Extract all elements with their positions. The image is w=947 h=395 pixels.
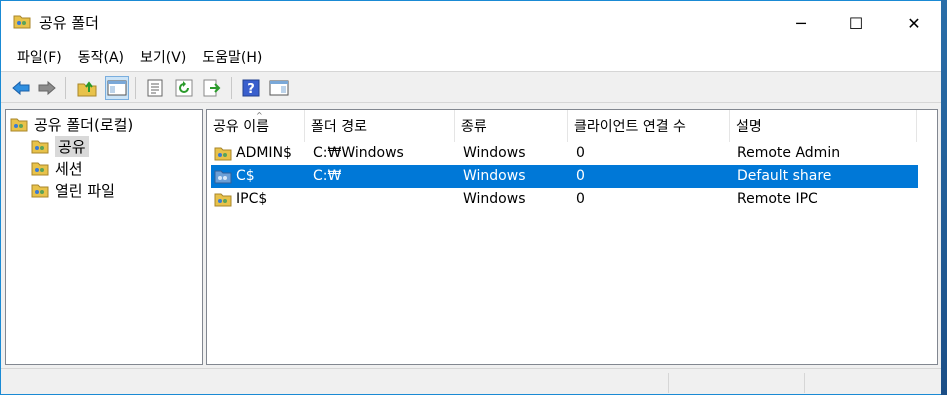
shared-folder-icon	[10, 118, 28, 132]
refresh-button[interactable]	[172, 76, 196, 100]
tree-item-sessions[interactable]: 세션	[31, 157, 83, 179]
cell-client-connections: 0	[576, 168, 585, 184]
forward-arrow-icon	[38, 80, 56, 96]
maximize-button[interactable]: ☐	[833, 1, 879, 45]
column-header-type[interactable]: 종류	[455, 110, 568, 142]
help-icon: ?	[242, 79, 260, 97]
up-one-level-button[interactable]	[75, 76, 99, 100]
up-folder-icon	[77, 81, 97, 97]
title-bar[interactable]: 공유 폴더 ─ ☐ ✕	[1, 1, 942, 45]
show-hide-console-tree-button[interactable]	[105, 76, 129, 100]
list-header: ^ 공유 이름 폴더 경로 종류 클라이언트 연결 수 설명	[207, 110, 937, 142]
menu-action[interactable]: 동작(A)	[70, 45, 132, 71]
minimize-button[interactable]: ─	[778, 1, 824, 45]
minimize-icon: ─	[796, 13, 806, 33]
cell-description: Remote Admin	[737, 145, 841, 161]
sort-ascending-icon: ^	[256, 111, 263, 120]
shared-folder-icon	[214, 147, 232, 161]
cell-type: Windows	[463, 145, 526, 161]
shared-folder-icon	[13, 15, 31, 29]
back-button[interactable]	[9, 76, 33, 100]
status-bar	[1, 368, 942, 394]
cell-folder-path: C:₩Windows	[313, 145, 404, 161]
window-title: 공유 폴더	[39, 14, 99, 32]
forward-button[interactable]	[35, 76, 59, 100]
column-header-description[interactable]: 설명	[730, 110, 917, 142]
shared-folder-icon	[214, 193, 232, 207]
maximize-icon: ☐	[848, 13, 864, 33]
cell-share-name: C$	[236, 168, 255, 184]
cell-description: Remote IPC	[737, 191, 818, 207]
cell-client-connections: 0	[576, 191, 585, 207]
sessions-folder-icon	[31, 162, 49, 176]
tree-item-shares[interactable]: 공유	[31, 135, 89, 157]
shares-folder-icon	[31, 140, 49, 154]
tree-root-label: 공유 폴더(로컬)	[34, 115, 134, 134]
column-header-share-name[interactable]: ^ 공유 이름	[207, 110, 305, 142]
menu-view[interactable]: 보기(V)	[132, 45, 194, 71]
console-tree: 공유 폴더(로컬) 공유 세션 열린 파일	[5, 109, 203, 365]
cell-description: Default share	[737, 168, 832, 184]
tree-item-label: 세션	[55, 159, 83, 178]
show-action-pane-icon	[269, 80, 289, 96]
menu-bar: 파일(F) 동작(A) 보기(V) 도움말(H)	[1, 45, 942, 71]
open-files-folder-icon	[31, 184, 49, 198]
tree-item-label: 공유	[55, 135, 89, 157]
show-hide-console-tree-icon	[107, 80, 127, 96]
close-button[interactable]: ✕	[891, 1, 937, 45]
cell-share-name: ADMIN$	[236, 145, 292, 161]
tree-item-label: 열린 파일	[55, 181, 115, 200]
properties-icon	[147, 79, 163, 97]
status-divider	[668, 373, 669, 393]
tree-item-open-files[interactable]: 열린 파일	[31, 179, 115, 201]
status-divider	[804, 373, 805, 393]
help-button[interactable]: ?	[239, 76, 263, 100]
table-row[interactable]: IPC$ Windows 0 Remote IPC	[211, 188, 918, 211]
cell-type: Windows	[463, 168, 526, 184]
cell-type: Windows	[463, 191, 526, 207]
desktop-background-edge	[941, 0, 947, 395]
shared-folder-icon	[214, 170, 232, 184]
cell-share-name: IPC$	[236, 191, 268, 207]
toolbar: ?	[1, 71, 942, 103]
share-list: ^ 공유 이름 폴더 경로 종류 클라이언트 연결 수 설명 ADMIN$ C:…	[206, 109, 938, 365]
back-arrow-icon	[12, 80, 30, 96]
export-list-icon	[203, 79, 221, 97]
shared-folders-window: 공유 폴더 ─ ☐ ✕ 파일(F) 동작(A) 보기(V) 도움말(H) ? 공…	[0, 0, 947, 395]
cell-folder-path: C:₩	[313, 168, 342, 184]
svg-text:?: ?	[247, 82, 255, 97]
column-header-client-connections[interactable]: 클라이언트 연결 수	[568, 110, 730, 142]
table-row[interactable]: ADMIN$ C:₩Windows Windows 0 Remote Admin	[211, 142, 918, 165]
cell-client-connections: 0	[576, 145, 585, 161]
menu-file[interactable]: 파일(F)	[9, 45, 70, 71]
show-action-pane-button[interactable]	[267, 76, 291, 100]
close-icon: ✕	[907, 13, 921, 33]
tree-root-shared-folders[interactable]: 공유 폴더(로컬)	[10, 113, 133, 135]
table-row[interactable]: C$ C:₩ Windows 0 Default share	[211, 165, 918, 188]
column-header-folder-path[interactable]: 폴더 경로	[305, 110, 455, 142]
menu-help[interactable]: 도움말(H)	[194, 45, 270, 71]
export-list-button[interactable]	[200, 76, 224, 100]
refresh-icon	[175, 79, 193, 97]
properties-button[interactable]	[143, 76, 167, 100]
